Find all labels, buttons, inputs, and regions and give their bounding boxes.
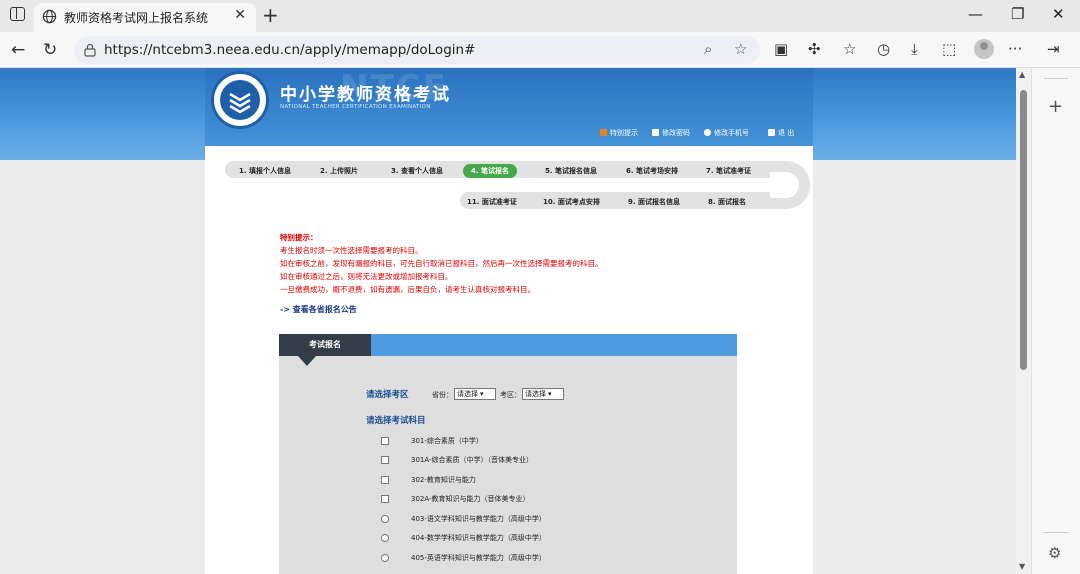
tab-title: 教师资格考试网上报名系统	[64, 11, 209, 25]
sidebar-divider	[1044, 532, 1068, 533]
change-phone-link[interactable]: 修改手机号	[704, 128, 749, 138]
gear-icon[interactable]: ⚙	[1048, 544, 1061, 562]
tab-strip: 教师资格考试网上报名系统 ✕ + — ❐ ✕	[0, 0, 1080, 32]
district-select[interactable]: 请选择 ▾	[522, 388, 564, 400]
notice-icon	[600, 129, 607, 136]
step-4-active: 4. 笔试报名	[463, 164, 517, 178]
panel-tab-exam-registration: 考试报名	[279, 334, 371, 356]
logout-icon	[768, 129, 775, 136]
scrollbar-thumb[interactable]	[1020, 90, 1027, 370]
favorite-star-icon[interactable]: ☆	[734, 40, 747, 58]
subject-radio[interactable]	[381, 534, 389, 542]
step-10: 10. 面试考点安排	[543, 198, 600, 206]
step-8: 8. 面试报名	[708, 198, 746, 206]
reading-view-icon[interactable]: ▣	[774, 40, 788, 58]
screenshot-icon[interactable]: ⬚	[942, 40, 956, 58]
close-window-button[interactable]: ✕	[1052, 5, 1065, 23]
chevron-down-icon: ▾	[548, 390, 552, 398]
step-7: 7. 笔试准考证	[706, 167, 751, 175]
refresh-icon[interactable]: ↻	[43, 40, 57, 60]
main-content: 1. 填报个人信息 2. 上传照片 3. 查看个人信息 4. 笔试报名 5. 笔…	[205, 146, 813, 574]
subject-radio[interactable]	[381, 554, 389, 562]
step-5: 5. 笔试报名信息	[545, 167, 597, 175]
download-icon[interactable]: ⤓	[911, 40, 918, 58]
zoom-icon[interactable]: ⌕	[704, 40, 712, 58]
globe-icon	[42, 9, 57, 24]
history-icon[interactable]: ◷	[877, 40, 890, 58]
new-tab-button[interactable]: +	[262, 3, 279, 27]
step-9: 9. 面试报名信息	[628, 198, 680, 206]
logout-link[interactable]: 退 出	[768, 128, 794, 138]
sidebar-divider	[1044, 78, 1068, 79]
restore-button[interactable]: ❐	[1011, 5, 1024, 23]
change-password-link[interactable]: 修改密码	[652, 128, 690, 138]
page-scrollbar[interactable]: ▲ ▼	[1016, 68, 1031, 574]
step-1: 1. 填报个人信息	[239, 167, 291, 175]
lock-icon	[84, 43, 96, 57]
tab-close-icon[interactable]: ✕	[234, 7, 246, 23]
subject-checkbox[interactable]	[381, 495, 389, 503]
sidebar-toggle-icon[interactable]	[10, 7, 25, 21]
sidebar-panel-icon[interactable]: ⇥	[1047, 40, 1060, 58]
subject-checkbox[interactable]	[381, 456, 389, 464]
edge-sidebar: + ⚙	[1031, 68, 1080, 574]
minimize-button[interactable]: —	[968, 5, 983, 23]
back-icon[interactable]: ←	[11, 40, 25, 60]
progress-steps: 1. 填报个人信息 2. 上传照片 3. 查看个人信息 4. 笔试报名 5. 笔…	[225, 161, 810, 209]
scroll-down-icon[interactable]: ▼	[1019, 562, 1025, 571]
browser-tab[interactable]: 教师资格考试网上报名系统 ✕	[34, 3, 256, 32]
notice-line: 如在审核通过之后，则将无法更改或增加报考科目。	[280, 272, 453, 281]
district-label: 考区：	[500, 391, 521, 399]
site-title: 中小学教师资格考试	[280, 85, 451, 105]
subject-checkbox[interactable]	[381, 437, 389, 445]
book-emblem-icon	[220, 80, 260, 120]
province-announcement-link[interactable]: -> 查看各省报名公告	[280, 304, 357, 315]
site-logo	[211, 71, 269, 129]
url-text: https://ntcebm3.neea.edu.cn/apply/memapp…	[104, 42, 476, 58]
add-sidebar-app-icon[interactable]: +	[1048, 96, 1063, 117]
step-6: 6. 笔试考场安排	[626, 167, 678, 175]
panel-tab-pointer	[298, 356, 316, 366]
subject-radio[interactable]	[381, 515, 389, 523]
special-notice: 特别提示： 考生报名时须一次性选择需要报考的科目。 如在审核之前，发现有漏报的科…	[280, 231, 603, 296]
step-11: 11. 面试准考证	[467, 198, 517, 206]
phone-icon	[704, 129, 711, 136]
notice-line: 考生报名时须一次性选择需要报考的科目。	[280, 246, 423, 255]
notice-title: 特别提示：	[280, 233, 318, 242]
profile-avatar[interactable]	[974, 39, 994, 59]
chevron-down-icon: ▾	[480, 390, 484, 398]
browser-toolbar: ← ↻ https://ntcebm3.neea.edu.cn/apply/me…	[0, 32, 1080, 68]
notice-line: 一旦缴费成功，概不退费，如有遗漏，后果自负，请考生认真核对报考科目。	[280, 285, 535, 294]
more-menu-icon[interactable]: ···	[1008, 40, 1022, 58]
province-select[interactable]: 请选择 ▾	[454, 388, 496, 400]
exam-subject-label: 请选择考试科目	[366, 416, 426, 426]
notice-line: 如在审核之前，发现有漏报的科目，可先自行取消已报科目，然后再一次性选择需要报考的…	[280, 259, 603, 268]
address-bar[interactable]: https://ntcebm3.neea.edu.cn/apply/memapp…	[74, 36, 760, 64]
special-notice-link[interactable]: 特别提示	[600, 128, 638, 138]
site-subtitle: NATIONAL TEACHER CERTIFICATION EXAMINATI…	[280, 104, 431, 110]
extensions-icon[interactable]: ✣	[808, 40, 821, 58]
exam-area-label: 请选择考区	[366, 390, 409, 400]
scroll-up-icon[interactable]: ▲	[1019, 70, 1025, 79]
province-label: 省份：	[432, 391, 453, 399]
step-2: 2. 上传照片	[320, 167, 358, 175]
password-icon	[652, 129, 659, 136]
page-viewport: NTCE 中小学教师资格考试 NATIONAL TEACHER CERTIFIC…	[0, 68, 1016, 574]
step-3: 3. 查看个人信息	[391, 167, 443, 175]
subject-checkbox[interactable]	[381, 476, 389, 484]
favorites-icon[interactable]: ☆	[843, 40, 856, 58]
